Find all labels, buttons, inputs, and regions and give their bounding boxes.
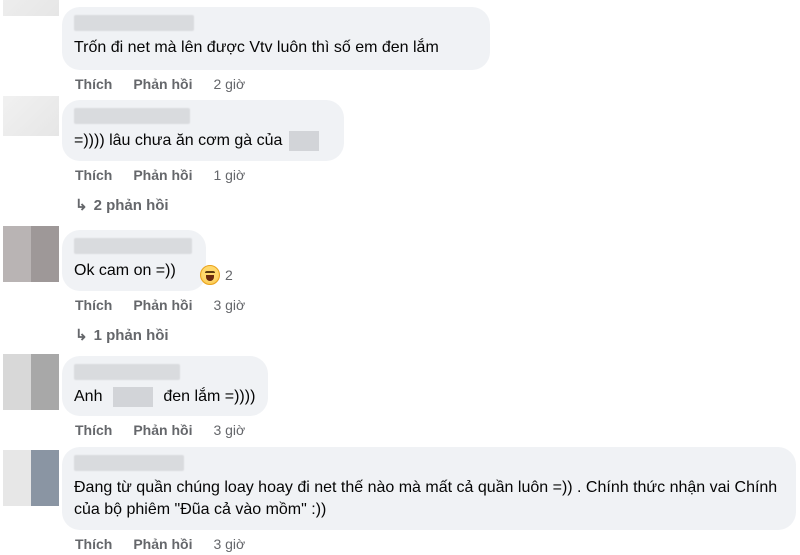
comment-time[interactable]: 1 giờ <box>213 167 245 183</box>
view-replies-link[interactable]: ↳ 2 phản hồi <box>75 196 169 214</box>
avatar[interactable] <box>3 450 59 506</box>
comment-actions: Thích Phản hồi 3 giờ <box>75 536 245 552</box>
comment-time[interactable]: 3 giờ <box>213 297 245 313</box>
comment-bubble: Đang từ quần chúng loay hoay đi net thế … <box>62 447 796 530</box>
comment-actions: Thích Phản hồi 3 giờ <box>75 422 245 438</box>
reply-button[interactable]: Phản hồi <box>133 297 192 313</box>
reply-button[interactable]: Phản hồi <box>133 536 192 552</box>
comment-text: =)))) lâu chưa ăn cơm gà của <box>74 130 332 152</box>
comment-bubble: Trốn đi net mà lên được Vtv luôn thì số … <box>62 7 490 70</box>
like-button[interactable]: Thích <box>75 76 112 92</box>
avatar[interactable] <box>3 96 59 136</box>
reply-arrow-icon: ↳ <box>75 197 88 214</box>
comment-actions: Thích Phản hồi 3 giờ <box>75 297 245 313</box>
comment-text: Anh đen lắm =)))) <box>74 386 256 408</box>
comment-bubble: =)))) lâu chưa ăn cơm gà của <box>62 100 344 161</box>
replies-count: 2 phản hồi <box>93 197 169 214</box>
comment-bubble: Anh đen lắm =)))) <box>62 356 268 416</box>
avatar[interactable] <box>3 0 59 16</box>
comment-actions: Thích Phản hồi 1 giờ <box>75 167 245 183</box>
comment-actions: Thích Phản hồi 2 giờ <box>75 76 245 92</box>
reply-button[interactable]: Phản hồi <box>133 422 192 438</box>
like-button[interactable]: Thích <box>75 167 112 183</box>
like-button[interactable]: Thích <box>75 536 112 552</box>
blurred-name <box>112 386 153 407</box>
comment-text: Trốn đi net mà lên được Vtv luôn thì số … <box>74 39 439 56</box>
reaction-count: 2 <box>225 267 233 283</box>
avatar[interactable] <box>3 226 59 282</box>
author-name-blurred[interactable] <box>74 364 180 380</box>
blurred-name <box>288 130 319 151</box>
reply-button[interactable]: Phản hồi <box>133 167 192 183</box>
comment-time[interactable]: 2 giờ <box>213 76 245 92</box>
like-button[interactable]: Thích <box>75 422 112 438</box>
reply-button[interactable]: Phản hồi <box>133 76 192 92</box>
haha-emoji-icon <box>200 265 220 285</box>
author-name-blurred[interactable] <box>74 455 184 471</box>
author-name-blurred[interactable] <box>74 238 192 254</box>
author-name-blurred[interactable] <box>74 108 190 124</box>
comment-text: Đang từ quần chúng loay hoay đi net thế … <box>74 479 778 518</box>
comment-bubble: Ok cam on =)) <box>62 230 206 291</box>
comment-text-part: đen lắm =)))) <box>163 388 256 405</box>
comment-time[interactable]: 3 giờ <box>213 422 245 438</box>
reply-arrow-icon: ↳ <box>75 327 88 344</box>
author-name-blurred[interactable] <box>74 15 194 31</box>
comment-time[interactable]: 3 giờ <box>213 536 245 552</box>
avatar[interactable] <box>3 354 59 410</box>
comment-text-part: =)))) lâu chưa ăn cơm gà của <box>74 132 283 149</box>
comment-text: Ok cam on =)) <box>74 262 176 279</box>
like-button[interactable]: Thích <box>75 297 112 313</box>
replies-count: 1 phản hồi <box>93 327 169 344</box>
comment-text-part: Anh <box>74 388 103 405</box>
view-replies-link[interactable]: ↳ 1 phản hồi <box>75 326 169 344</box>
reaction-summary[interactable]: 2 <box>200 265 233 285</box>
